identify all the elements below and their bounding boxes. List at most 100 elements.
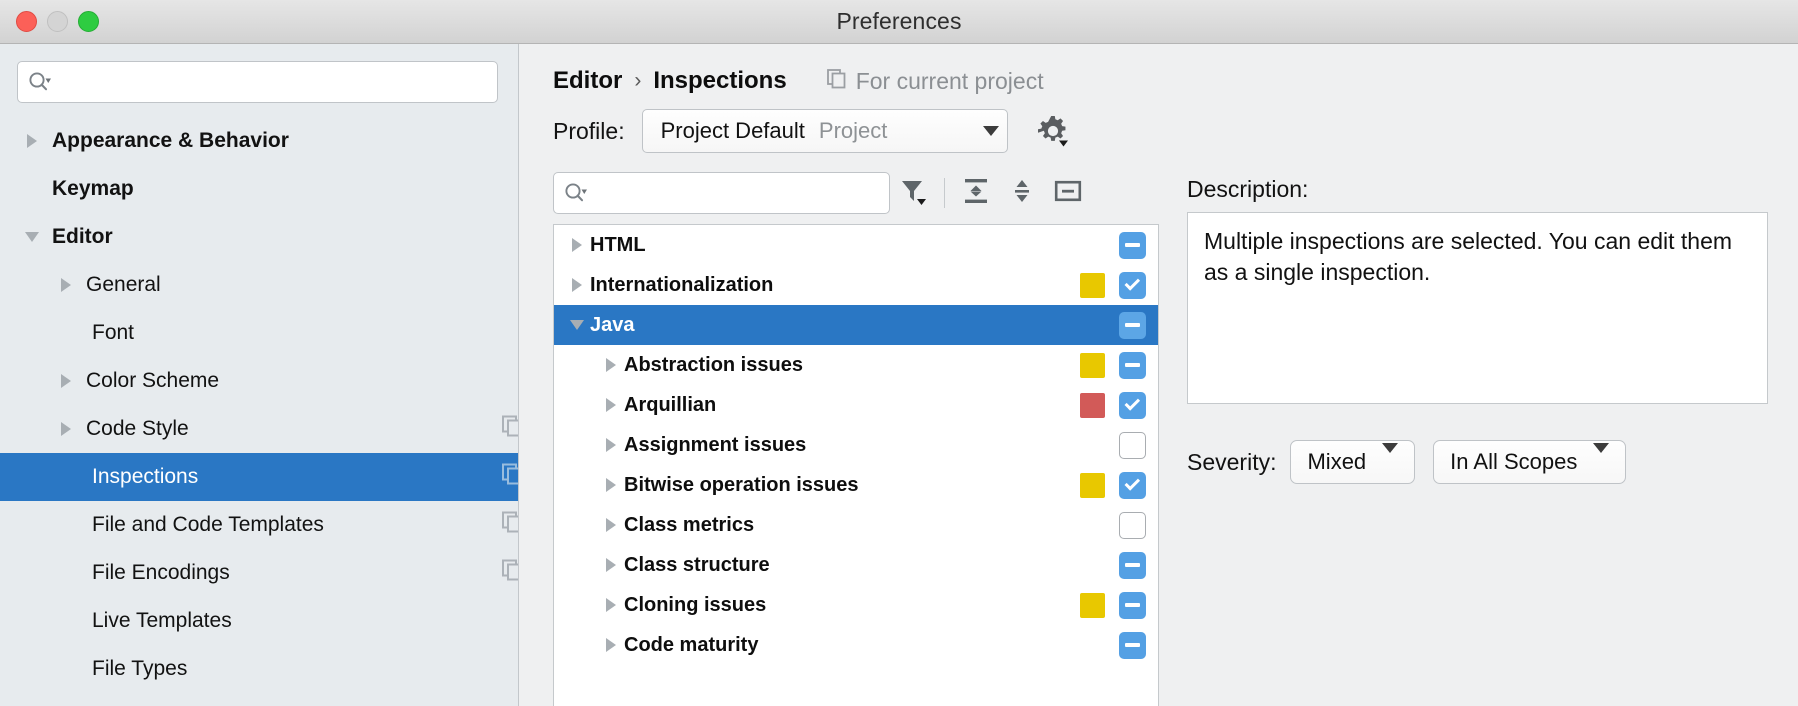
settings-sidebar: Appearance & Behavior Keymap Editor Gene… [0, 44, 519, 706]
tree-row[interactable]: Abstraction issues [554, 345, 1158, 385]
chevron-down-icon[interactable] [1366, 443, 1399, 471]
severity-swatch [1080, 352, 1105, 378]
tree-row-label: Class metrics [624, 513, 755, 536]
sidebar-item-inspections[interactable]: Inspections [0, 453, 518, 501]
collapse-all-button[interactable] [999, 172, 1045, 214]
tree-row-controls [1080, 511, 1158, 539]
tree-row-controls [1080, 391, 1158, 419]
chevron-right-icon[interactable] [54, 422, 78, 436]
severity-select[interactable]: Mixed [1290, 440, 1416, 484]
breadcrumb-parent[interactable]: Editor [553, 67, 622, 95]
tree-row[interactable]: Code maturity [554, 625, 1158, 665]
chevron-right-icon[interactable] [598, 358, 624, 372]
tree-row-label: Internationalization [590, 273, 774, 296]
search-icon [564, 182, 588, 204]
copy-icon [502, 511, 518, 539]
search-icon [28, 71, 52, 93]
tree-row[interactable]: Cloning issues [554, 585, 1158, 625]
inspections-search-input[interactable] [594, 183, 879, 203]
chevron-right-icon[interactable] [564, 278, 590, 292]
tree-row-checkbox[interactable] [1119, 511, 1146, 539]
tree-row[interactable]: Bitwise operation issues [554, 465, 1158, 505]
sidebar-item-code-style[interactable]: Code Style [0, 405, 518, 453]
chevron-right-icon[interactable] [598, 398, 624, 412]
inspections-search-field[interactable] [553, 172, 890, 214]
filter-button[interactable] [890, 172, 936, 214]
tree-row-checkbox[interactable] [1119, 591, 1146, 619]
tree-row[interactable]: Internationalization [554, 265, 1158, 305]
sidebar-item-appearance-behavior[interactable]: Appearance & Behavior [0, 117, 518, 165]
scope-select[interactable]: In All Scopes [1433, 440, 1627, 484]
sidebar-item-keymap[interactable]: Keymap [0, 165, 518, 213]
sidebar-search-input[interactable] [58, 72, 487, 92]
tree-row[interactable]: Class metrics [554, 505, 1158, 545]
severity-swatch [1080, 313, 1105, 338]
chevron-down-icon[interactable] [20, 232, 44, 242]
tree-row[interactable]: Assignment issues [554, 425, 1158, 465]
chevron-right-icon[interactable] [598, 518, 624, 532]
inspections-right-column: Description: Multiple inspections are se… [1159, 162, 1798, 706]
tree-row[interactable]: Java [554, 305, 1158, 345]
severity-row: Severity: Mixed In All Scopes [1187, 440, 1768, 484]
breadcrumb-separator: › [634, 69, 642, 92]
chevron-right-icon[interactable] [598, 598, 624, 612]
tree-row-checkbox[interactable] [1119, 551, 1146, 579]
sidebar-item-editor[interactable]: Editor [0, 213, 518, 261]
tree-row-checkbox[interactable] [1119, 431, 1146, 459]
tree-row-checkbox[interactable] [1119, 631, 1146, 659]
copy-icon [502, 559, 518, 587]
sidebar-item-label: File Types [92, 657, 188, 680]
tree-row-checkbox[interactable] [1119, 231, 1146, 259]
tree-row-controls [1080, 351, 1158, 379]
chevron-down-icon[interactable] [965, 126, 999, 136]
profile-select[interactable]: Project Default Project [641, 109, 1008, 153]
chevron-right-icon[interactable] [598, 638, 624, 652]
severity-swatch [1080, 272, 1105, 298]
tree-row-checkbox[interactable] [1119, 471, 1146, 499]
chevron-right-icon[interactable] [564, 238, 590, 252]
chevron-right-icon[interactable] [20, 134, 44, 148]
sidebar-item-label: File Encodings [92, 561, 230, 584]
chevron-right-icon[interactable] [598, 438, 624, 452]
chevron-down-icon[interactable] [1577, 443, 1610, 471]
tree-row-controls [1080, 471, 1158, 499]
tree-row[interactable]: Class structure [554, 545, 1158, 585]
chevron-right-icon[interactable] [598, 478, 624, 492]
scope-note-label: For current project [855, 67, 1044, 94]
gear-icon[interactable] [1036, 114, 1070, 148]
tree-row-controls [1080, 231, 1158, 259]
chevron-down-icon[interactable] [564, 320, 590, 330]
chevron-right-icon[interactable] [54, 278, 78, 292]
profile-label: Profile: [553, 117, 625, 144]
sidebar-item-live-templates[interactable]: Live Templates [0, 597, 518, 645]
sidebar-item-label: Live Templates [92, 609, 232, 632]
sidebar-item-file-types[interactable]: File Types [0, 645, 518, 693]
sidebar-item-label: Appearance & Behavior [52, 129, 289, 152]
profile-select-value: Project Default [660, 118, 805, 143]
inspections-tree[interactable]: HTML Internationalization Java Abstracti… [553, 224, 1159, 706]
tree-row-checkbox[interactable] [1119, 271, 1146, 299]
tree-row-controls [1080, 591, 1158, 619]
expand-all-button[interactable] [953, 172, 999, 214]
sidebar-item-font[interactable]: Font [0, 309, 518, 357]
inspections-left-column: HTML Internationalization Java Abstracti… [519, 162, 1159, 706]
sidebar-item-label: Editor [52, 225, 113, 248]
tree-row-controls [1080, 311, 1158, 339]
sidebar-item-label: Inspections [92, 465, 199, 488]
window-title: Preferences [836, 8, 962, 34]
sidebar-item-color-scheme[interactable]: Color Scheme [0, 357, 518, 405]
tree-row-checkbox[interactable] [1119, 391, 1146, 419]
chevron-right-icon[interactable] [54, 374, 78, 388]
tree-row-checkbox[interactable] [1119, 351, 1146, 379]
tree-row[interactable]: HTML [554, 225, 1158, 265]
sidebar-item-file-and-code-templates[interactable]: File and Code Templates [0, 501, 518, 549]
tree-row-checkbox[interactable] [1119, 311, 1146, 339]
sidebar-search-field[interactable] [17, 61, 498, 103]
reset-button[interactable] [1045, 172, 1091, 214]
title-bar: Preferences [0, 0, 1798, 44]
tree-row[interactable]: Arquillian [554, 385, 1158, 425]
chevron-right-icon[interactable] [598, 558, 624, 572]
sidebar-item-general[interactable]: General [0, 261, 518, 309]
profile-row: Profile: Project Default Project [519, 100, 1798, 162]
sidebar-item-file-encodings[interactable]: File Encodings [0, 549, 518, 597]
